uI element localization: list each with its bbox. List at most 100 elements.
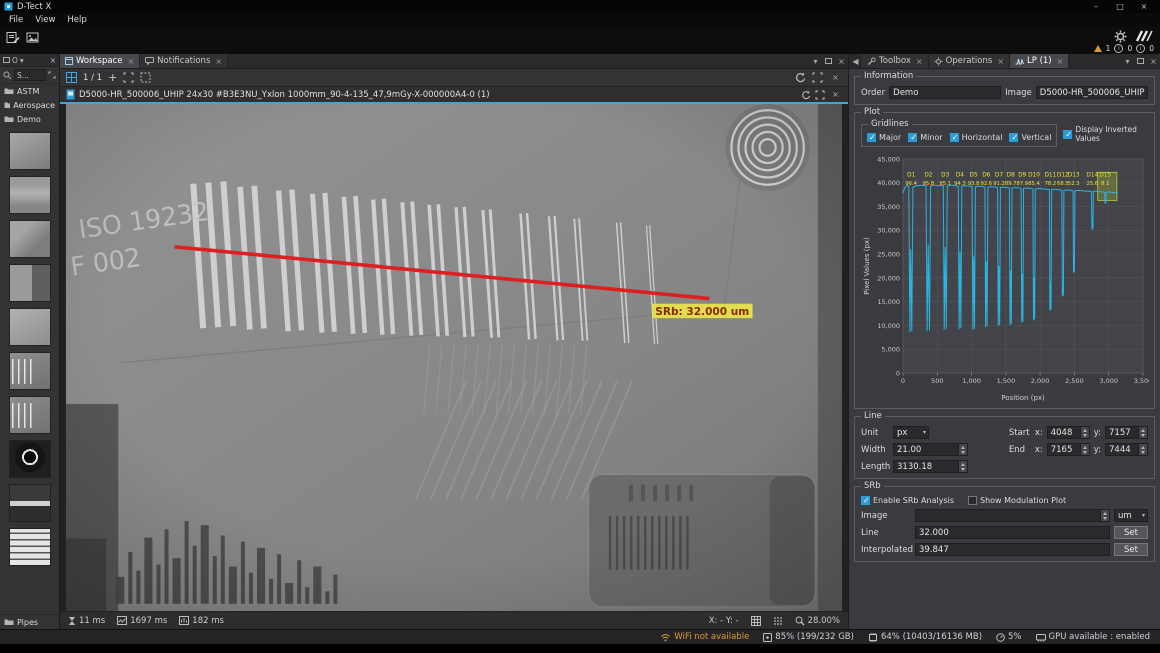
float-panel-icon[interactable] xyxy=(822,54,835,68)
tab-close-icon[interactable]: × xyxy=(215,57,222,66)
checkbox[interactable] xyxy=(968,496,977,505)
warning-icon[interactable] xyxy=(1094,45,1102,52)
checkbox[interactable] xyxy=(861,496,870,505)
maximize-button[interactable]: □ xyxy=(1108,2,1132,11)
grid-dots-icon[interactable] xyxy=(773,616,783,626)
annotate-tool-icon[interactable] xyxy=(6,31,20,44)
refresh-icon[interactable] xyxy=(795,72,806,83)
menu-help[interactable]: Help xyxy=(61,14,92,26)
float-panel-icon[interactable] xyxy=(1134,54,1147,68)
set-line-button[interactable]: Set xyxy=(1114,526,1148,539)
close-image-icon[interactable]: × xyxy=(829,90,842,99)
menu-file[interactable]: File xyxy=(3,14,29,26)
scroll-tabs-left-icon[interactable]: ◀ xyxy=(849,54,862,68)
expand-corners-icon[interactable] xyxy=(48,71,56,79)
spinner-arrows[interactable] xyxy=(1139,443,1148,456)
panel-close-icon[interactable]: × xyxy=(835,54,848,68)
radiograph-thumb-10[interactable] xyxy=(9,528,51,566)
gridline-major-checkbox[interactable]: Major xyxy=(867,133,901,142)
radiograph-thumb-3[interactable] xyxy=(9,220,51,258)
spinner-arrows[interactable] xyxy=(1139,426,1148,439)
folder-item-pipes[interactable]: Pipes xyxy=(0,614,59,629)
gridline-horizontal-checkbox[interactable]: Horizontal xyxy=(950,133,1003,142)
show-modulation-checkbox[interactable]: Show Modulation Plot xyxy=(968,496,1066,505)
start-y-value[interactable]: 7157 xyxy=(1105,426,1139,439)
tab-workspace[interactable]: Workspace × xyxy=(60,54,140,68)
radiograph-thumb-8[interactable] xyxy=(9,440,51,478)
display-inverted-checkbox[interactable]: Display Inverted Values xyxy=(1063,122,1149,147)
menu-view[interactable]: View xyxy=(29,14,61,26)
radiograph-thumb-6[interactable] xyxy=(9,352,51,390)
radiograph-thumb-1[interactable] xyxy=(9,132,51,170)
spinner-arrows[interactable] xyxy=(959,443,968,456)
spinner-arrows[interactable] xyxy=(1081,426,1090,439)
radiograph-thumb-2[interactable] xyxy=(9,176,51,214)
checkbox[interactable] xyxy=(867,133,876,142)
folder-item-aerospace[interactable]: Aerospace xyxy=(0,98,59,112)
unit-select[interactable]: px▾ xyxy=(893,426,929,439)
radiograph-thumb-5[interactable] xyxy=(9,308,51,346)
chevron-down-icon[interactable]: ▾ xyxy=(20,56,24,65)
checkbox[interactable] xyxy=(908,133,917,142)
close-button[interactable]: × xyxy=(1132,2,1156,11)
radiograph-viewport[interactable]: ISO 19232 F 002 SRb: 32.000 um xyxy=(60,104,848,611)
panel-close-icon[interactable]: × xyxy=(50,56,56,65)
width-value[interactable]: 21.00 xyxy=(893,443,959,456)
close-view-icon[interactable]: × xyxy=(829,73,842,82)
tab-toolbox[interactable]: Toolbox × xyxy=(862,54,929,68)
srb-interpolated-value[interactable]: 39.847 xyxy=(915,543,1110,556)
length-stepper[interactable]: 3130.18 xyxy=(893,460,968,473)
spinner-arrows[interactable] xyxy=(959,460,968,473)
message-icon[interactable]: i xyxy=(1136,44,1145,53)
tab-operations[interactable]: Operations × xyxy=(929,54,1010,68)
grid-view-icon[interactable] xyxy=(66,72,77,83)
radiograph-thumb-4[interactable] xyxy=(9,264,51,302)
zoom-control[interactable]: 28.00% xyxy=(795,616,840,626)
end-y-value[interactable]: 7444 xyxy=(1105,443,1139,456)
panel-menu-icon[interactable]: ▾ xyxy=(1121,54,1134,68)
tab-notifications[interactable]: Notifications × xyxy=(140,54,228,68)
settings-gear-icon[interactable] xyxy=(1114,30,1127,43)
spinner-arrows[interactable] xyxy=(1081,443,1090,456)
srb-image-value[interactable] xyxy=(915,509,1101,522)
folder-item-astm[interactable]: ASTM xyxy=(0,84,59,98)
checkbox[interactable] xyxy=(1063,130,1072,139)
refresh-icon[interactable] xyxy=(801,90,811,100)
marquee-select-icon[interactable] xyxy=(140,72,151,83)
tab-close-icon[interactable]: × xyxy=(916,57,923,66)
image-tool-icon[interactable] xyxy=(26,31,40,44)
length-value[interactable]: 3130.18 xyxy=(893,460,959,473)
order-input[interactable]: Demo xyxy=(889,86,1001,99)
start-x-value[interactable]: 4048 xyxy=(1047,426,1081,439)
radiograph-thumb-9[interactable] xyxy=(9,484,51,522)
start-x-stepper[interactable]: 4048 xyxy=(1047,426,1090,439)
checkbox[interactable] xyxy=(950,133,959,142)
enable-srb-checkbox[interactable]: Enable SRb Analysis xyxy=(861,496,954,505)
info-icon[interactable]: i xyxy=(1114,44,1123,53)
panel-mode-icon[interactable] xyxy=(3,57,10,63)
spinner-arrows[interactable] xyxy=(1101,509,1110,522)
tab-close-icon[interactable]: × xyxy=(127,57,134,66)
folder-item-demo[interactable]: Demo xyxy=(0,112,59,126)
tab-close-icon[interactable]: × xyxy=(997,57,1004,66)
start-y-stepper[interactable]: 7157 xyxy=(1105,426,1148,439)
end-y-stepper[interactable]: 7444 xyxy=(1105,443,1148,456)
line-profile-chart[interactable]: 05,00010,00015,00020,00025,00030,00035,0… xyxy=(861,151,1149,403)
fullscreen-icon[interactable] xyxy=(812,72,823,83)
panel-menu-icon[interactable]: ▾ xyxy=(809,54,822,68)
minimize-button[interactable]: – xyxy=(1084,2,1108,11)
checkbox[interactable] xyxy=(1009,133,1018,142)
panel-close-icon[interactable]: × xyxy=(1147,54,1160,68)
fit-view-icon[interactable] xyxy=(123,72,134,83)
gridline-minor-checkbox[interactable]: Minor xyxy=(908,133,942,142)
radiograph-thumb-7[interactable] xyxy=(9,396,51,434)
set-interpolated-button[interactable]: Set xyxy=(1114,543,1148,556)
image-input[interactable]: D5000-HR_500006_UHIP 24x30 #B xyxy=(1036,86,1148,99)
gridline-vertical-checkbox[interactable]: Vertical xyxy=(1009,133,1051,142)
width-stepper[interactable]: 21.00 xyxy=(893,443,968,456)
srb-line-value[interactable]: 32.000 xyxy=(915,526,1110,539)
search-input[interactable]: S... xyxy=(14,69,46,81)
srb-image-combo[interactable] xyxy=(915,509,1110,522)
grid-toggle-icon[interactable] xyxy=(751,616,761,626)
fullscreen-icon[interactable] xyxy=(815,90,825,100)
